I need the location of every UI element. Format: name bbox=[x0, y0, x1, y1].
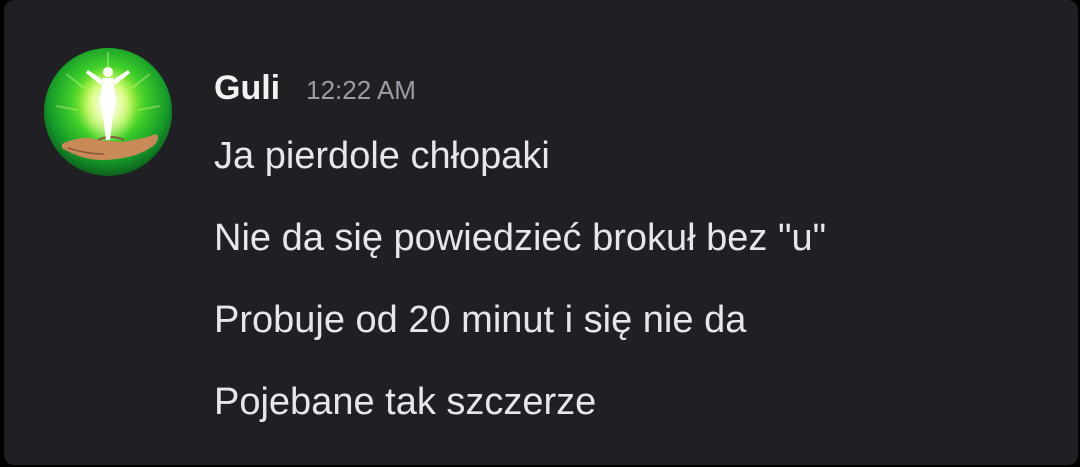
username[interactable]: Guli bbox=[214, 66, 280, 110]
chat-panel: Guli 12:22 AM Ja pierdole chłopaki Nie d… bbox=[4, 0, 1078, 465]
message-line: Nie da się powiedzieć brokuł bez "u" bbox=[214, 217, 827, 259]
timestamp: 12:22 AM bbox=[306, 75, 416, 105]
message-line: Pojebane tak szczerze bbox=[214, 381, 597, 423]
glowing-figure-on-hand-icon bbox=[55, 52, 161, 160]
avatar[interactable] bbox=[44, 48, 172, 176]
message-line: Probuje od 20 minut i się nie da bbox=[214, 299, 747, 341]
message-line: Ja pierdole chłopaki bbox=[214, 135, 550, 177]
message-header: Guli 12:22 AM bbox=[214, 66, 416, 112]
message-content: Ja pierdole chłopaki Nie da się powiedzi… bbox=[214, 134, 826, 462]
